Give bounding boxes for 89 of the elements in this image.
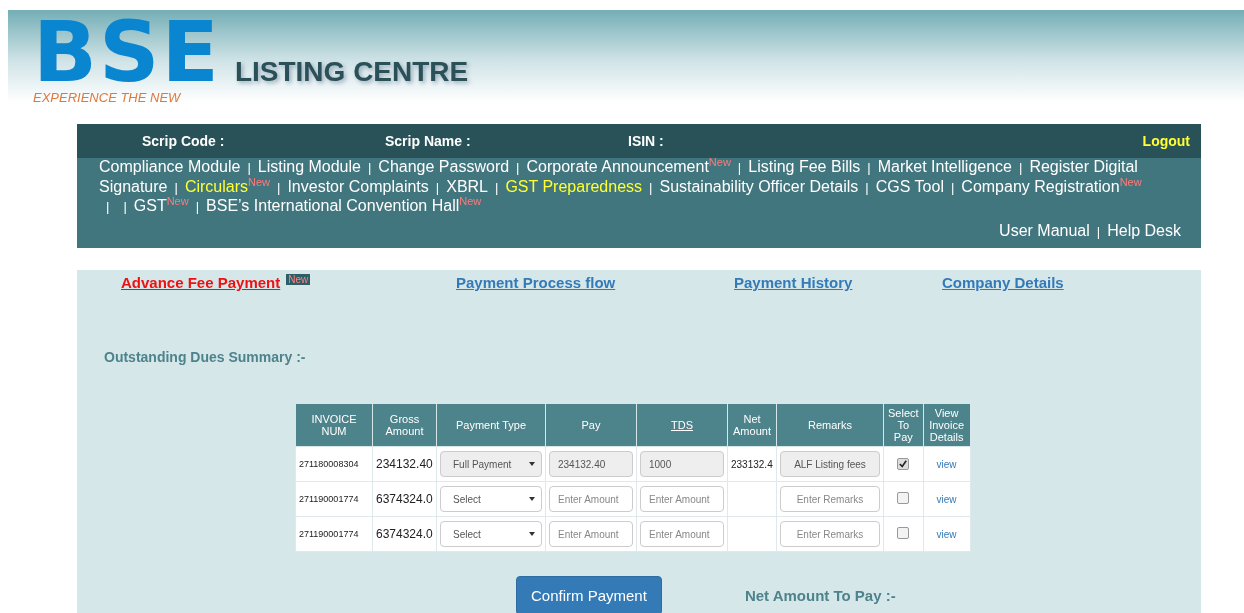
logo-tagline: EXPERIENCE THE NEW bbox=[33, 90, 182, 105]
info-label: Scrip Name : bbox=[385, 133, 472, 149]
separator: | bbox=[495, 179, 499, 195]
separator: | bbox=[367, 160, 372, 175]
remarks-field[interactable]: Enter Remarks bbox=[780, 521, 880, 547]
select-checkbox[interactable] bbox=[897, 527, 910, 539]
separator: | bbox=[867, 160, 871, 175]
nav-link[interactable]: Change Password bbox=[378, 158, 510, 175]
new-label: New bbox=[248, 175, 271, 188]
column-header: INVOICE NUM bbox=[295, 403, 373, 447]
separator: | bbox=[516, 160, 520, 175]
payment-type-dropdown[interactable]: Select bbox=[440, 486, 542, 512]
amount-field[interactable]: Enter Amount bbox=[549, 486, 633, 512]
view-link[interactable]: view bbox=[936, 493, 957, 505]
tab-link[interactable]: Company Details bbox=[942, 274, 1064, 291]
separator: | bbox=[1019, 160, 1023, 175]
nav-link[interactable]: GST bbox=[133, 197, 167, 214]
table-cell: 271190001774 bbox=[295, 516, 373, 552]
nav-link[interactable]: BSE’s International Convention Hall bbox=[206, 197, 460, 214]
caret-icon bbox=[529, 497, 535, 501]
separator: | bbox=[195, 199, 200, 214]
new-label: New bbox=[708, 156, 731, 168]
nav-link[interactable]: Sustainability Officer Details bbox=[659, 177, 859, 195]
tab-link[interactable]: Advance Fee Payment bbox=[121, 274, 281, 291]
info-label: ISIN : bbox=[628, 133, 664, 149]
help-link[interactable]: Help Desk bbox=[1107, 222, 1181, 239]
nav-link[interactable]: Corporate Announcement bbox=[526, 158, 709, 175]
nav-link[interactable]: Compliance Module bbox=[99, 158, 241, 175]
amount-field[interactable]: Enter Amount bbox=[640, 486, 724, 512]
net-amount-label: Net Amount To Pay :- bbox=[744, 587, 896, 604]
info-label: Scrip Code : bbox=[142, 133, 226, 149]
separator: | bbox=[950, 179, 955, 195]
new-tag: New bbox=[286, 274, 311, 285]
view-link[interactable]: view bbox=[936, 458, 957, 470]
remarks-field[interactable]: Enter Remarks bbox=[780, 486, 880, 512]
column-header: Net Amount bbox=[727, 403, 777, 447]
separator: | bbox=[174, 179, 178, 195]
separator: | bbox=[435, 179, 440, 195]
nav-link[interactable]: Investor Complaints bbox=[287, 177, 429, 195]
logout-link[interactable]: Logout bbox=[1142, 133, 1190, 149]
separator: | bbox=[865, 179, 869, 195]
separator: | bbox=[649, 179, 653, 195]
column-header: Payment Type bbox=[436, 403, 546, 447]
new-label: New bbox=[1119, 175, 1142, 188]
confirm-payment-button[interactable]: Confirm Payment bbox=[516, 576, 662, 613]
section-title: Outstanding Dues Summary :- bbox=[104, 349, 307, 365]
table-cell: 271180008304 bbox=[295, 446, 373, 482]
table-cell: 234132.40 bbox=[372, 446, 437, 482]
nav-link[interactable]: Signature bbox=[99, 177, 168, 195]
site-title: LISTING CENTRE bbox=[234, 56, 469, 88]
nav-link[interactable]: Listing Module bbox=[257, 158, 361, 175]
caret-icon bbox=[529, 462, 535, 466]
column-header: Gross Amount bbox=[372, 403, 437, 447]
amount-field[interactable]: Enter Amount bbox=[640, 521, 724, 547]
table-cell: 271190001774 bbox=[295, 481, 373, 517]
column-header: View Invoice Details bbox=[923, 403, 971, 447]
tab-link[interactable]: Payment Process flow bbox=[456, 274, 616, 291]
column-header[interactable]: TDS bbox=[636, 403, 728, 447]
column-header: Remarks bbox=[776, 403, 884, 447]
separator: | bbox=[247, 160, 251, 175]
payment-type-dropdown[interactable]: Select bbox=[440, 521, 542, 547]
table-cell: 6374324.0 bbox=[372, 516, 437, 552]
nav-link[interactable]: Register Digital bbox=[1029, 158, 1138, 175]
table-cell: 6374324.0 bbox=[372, 481, 437, 517]
nav-link[interactable]: Listing Fee Bills bbox=[748, 158, 861, 175]
column-header: Select To Pay bbox=[883, 403, 924, 447]
nav-link[interactable]: Company Registration bbox=[961, 177, 1120, 195]
select-checkbox[interactable] bbox=[897, 492, 910, 504]
view-link[interactable]: view bbox=[936, 528, 957, 540]
tab-link[interactable]: Payment History bbox=[734, 274, 853, 291]
amount-field[interactable]: Enter Amount bbox=[549, 521, 633, 547]
nav-link[interactable]: Circulars bbox=[184, 177, 248, 195]
nav-link[interactable]: CGS Tool bbox=[875, 177, 944, 195]
separator: | bbox=[123, 199, 127, 214]
new-label: New bbox=[166, 195, 189, 207]
nav-link[interactable]: XBRL bbox=[446, 177, 488, 195]
help-link[interactable]: User Manual bbox=[999, 222, 1090, 239]
select-checkbox[interactable] bbox=[897, 458, 910, 470]
separator: | bbox=[1096, 224, 1101, 239]
caret-icon bbox=[529, 532, 535, 536]
separator: | bbox=[737, 160, 742, 175]
nav-link[interactable]: Market Intelligence bbox=[877, 158, 1012, 175]
new-label: New bbox=[459, 195, 482, 207]
table-cell: 233132.4 bbox=[731, 458, 773, 470]
nav-link[interactable]: GST Preparedness bbox=[505, 177, 643, 195]
separator: | bbox=[106, 199, 110, 214]
column-header: Pay bbox=[545, 403, 637, 447]
separator: | bbox=[277, 179, 281, 195]
logo-wordmark: BSE bbox=[33, 18, 221, 86]
